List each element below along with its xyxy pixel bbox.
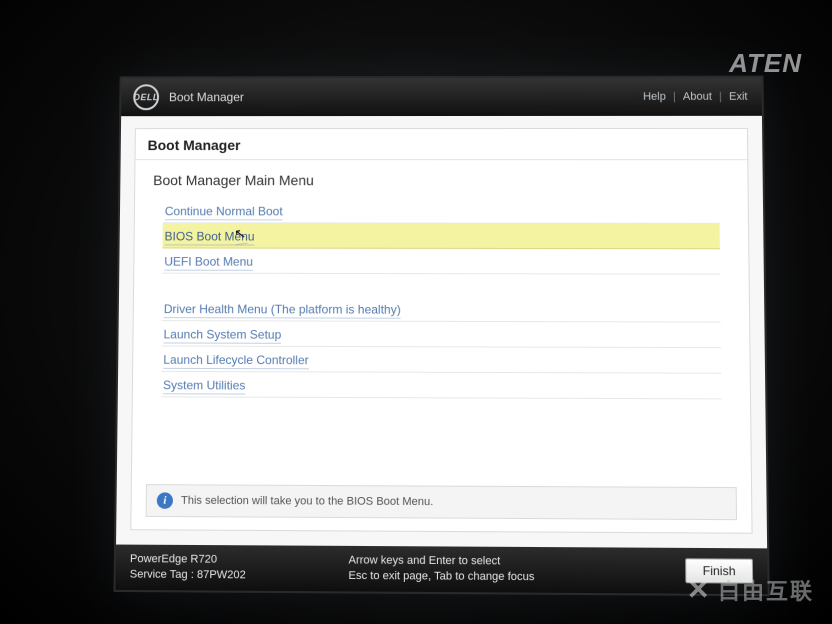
service-tag: Service Tag : 87PW202 [130,567,322,584]
footer-hints: Arrow keys and Enter to select Esc to ex… [348,553,658,586]
info-text: This selection will take you to the BIOS… [181,495,433,509]
menu-item-label: System Utilities [163,378,246,395]
title-bar: DELL Boot Manager Help | About | Exit [121,78,762,117]
main-menu: Continue Normal Boot BIOS Boot Menu ↖ UE… [133,194,750,399]
menu-item-label: Continue Normal Boot [165,204,283,220]
watermark-text: 白由互联 [718,574,814,606]
info-strip: i This selection will take you to the BI… [146,484,737,520]
menu-launch-lifecycle-controller[interactable]: Launch Lifecycle Controller [161,347,721,374]
menu-launch-system-setup[interactable]: Launch System Setup [161,321,720,348]
breadcrumb: Boot Manager [136,129,748,160]
menu-uefi-boot-menu[interactable]: UEFI Boot Menu [162,248,720,274]
info-icon: i [157,492,173,509]
menu-item-label: Launch System Setup [163,327,281,344]
menu-separator [162,274,720,297]
exit-link[interactable]: Exit [727,91,750,103]
dell-logo-icon: DELL [133,84,159,110]
menu-system-utilities[interactable]: System Utilities [161,372,722,400]
menu-item-label: Launch Lifecycle Controller [163,353,308,370]
kvm-brand-label: ATEN [729,48,802,79]
section-title: Boot Manager Main Menu [135,160,748,194]
hint-line-2: Esc to exit page, Tab to change focus [348,569,658,586]
app-title: Boot Manager [169,90,244,104]
photo-background: ATEN DELL Boot Manager Help | About | Ex… [0,0,832,624]
header-links: Help | About | Exit [641,91,750,103]
menu-item-label: Driver Health Menu (The platform is heal… [164,302,401,319]
footer-bar: PowerEdge R720 Service Tag : 87PW202 Arr… [115,545,767,595]
model-label: PowerEdge R720 [130,552,322,568]
main-panel: Boot Manager Boot Manager Main Menu Cont… [116,116,767,549]
watermark: ✕ 白由互联 [687,573,814,606]
menu-driver-health[interactable]: Driver Health Menu (The platform is heal… [162,296,721,323]
watermark-x-icon: ✕ [687,573,712,606]
about-link[interactable]: About [681,91,714,103]
footer-system-info: PowerEdge R720 Service Tag : 87PW202 [130,552,322,584]
service-tag-value: 87PW202 [197,569,246,582]
service-tag-label: Service Tag [130,568,188,581]
menu-bios-boot-menu[interactable]: BIOS Boot Menu ↖ [162,223,719,249]
menu-continue-normal-boot[interactable]: Continue Normal Boot [163,198,720,224]
monitor-screen: DELL Boot Manager Help | About | Exit Bo… [115,78,767,595]
help-link[interactable]: Help [641,91,668,103]
menu-item-label: UEFI Boot Menu [164,254,253,270]
panel-inner: Boot Manager Boot Manager Main Menu Cont… [130,128,752,534]
menu-item-label: BIOS Boot Menu [164,229,254,245]
